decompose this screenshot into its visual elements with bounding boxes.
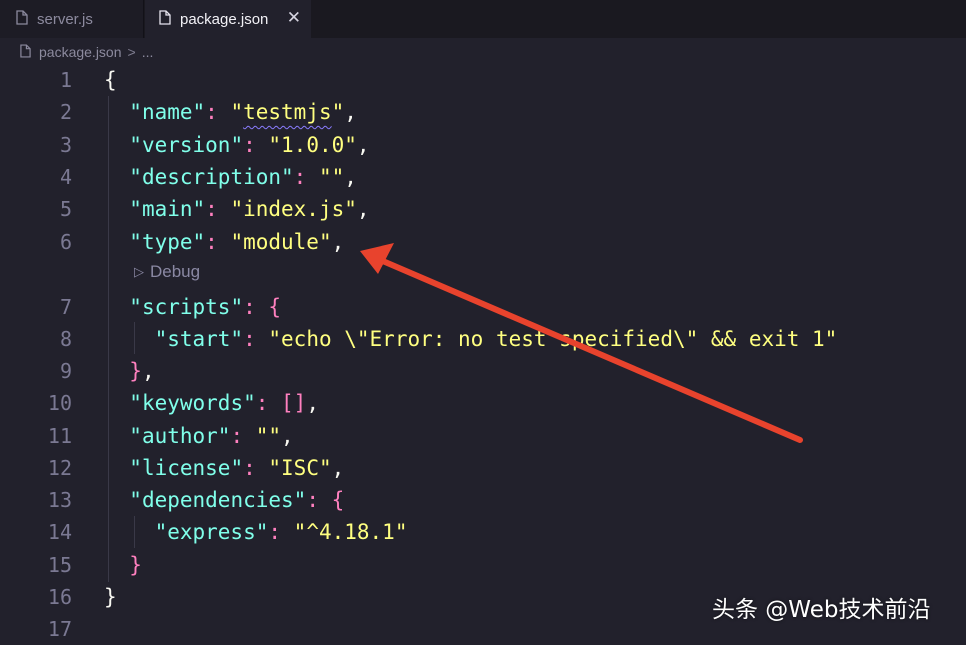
watermark: 头条 @Web技术前沿: [712, 597, 931, 623]
annotation-arrow: [360, 243, 803, 443]
